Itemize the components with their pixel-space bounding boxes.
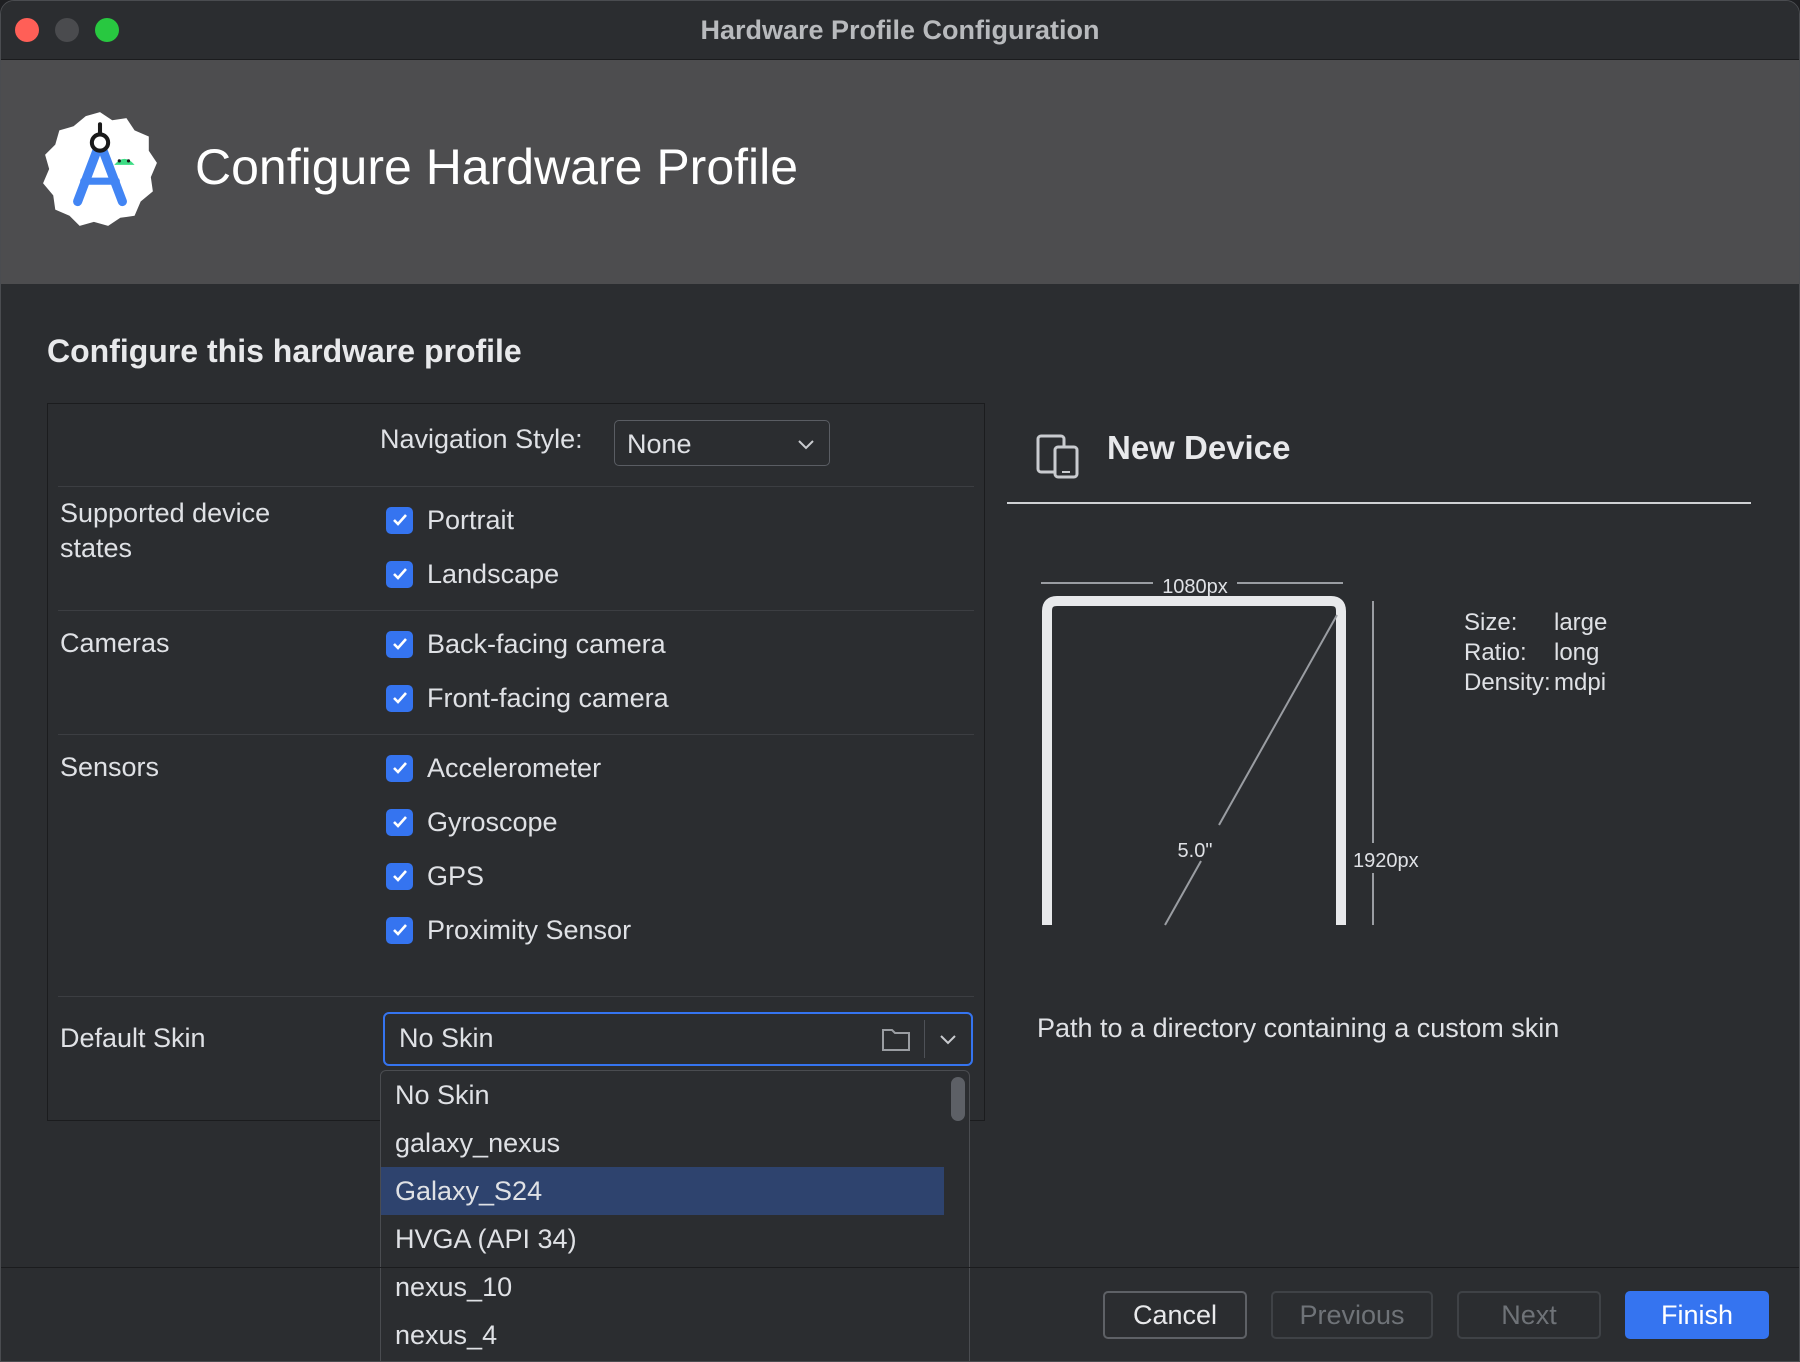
section-title: Configure this hardware profile xyxy=(47,333,522,369)
skin-option-galaxy-nexus[interactable]: galaxy_nexus xyxy=(381,1119,944,1167)
footer-divider xyxy=(1,1267,1799,1268)
navigation-style-select[interactable]: None xyxy=(614,420,830,466)
device-preview-diagram: 1080px 5.0" 1920px xyxy=(1041,576,1419,926)
height-label: 1920px xyxy=(1353,850,1419,872)
checkbox-checked-icon xyxy=(386,506,413,534)
combo-separator xyxy=(924,1020,925,1058)
default-skin-label: Default Skin xyxy=(60,1023,206,1053)
divider xyxy=(58,996,974,997)
chevron-down-icon xyxy=(798,440,814,450)
skin-help-text: Path to a directory containing a custom … xyxy=(1037,1013,1560,1043)
landscape-label: Landscape xyxy=(427,558,560,589)
dropdown-scrollbar[interactable] xyxy=(951,1077,965,1121)
checkbox-checked-icon xyxy=(386,630,413,658)
spec-density-value: mdpi xyxy=(1554,669,1607,696)
proximity-checkbox[interactable]: Proximity Sensor xyxy=(386,912,631,948)
accelerometer-label: Accelerometer xyxy=(427,752,602,783)
accelerometer-checkbox[interactable]: Accelerometer xyxy=(386,750,601,786)
landscape-checkbox[interactable]: Landscape xyxy=(386,556,559,592)
spec-ratio: Ratio: long xyxy=(1464,639,1599,667)
cameras-label: Cameras xyxy=(60,628,170,658)
navigation-style-label: Navigation Style: xyxy=(380,424,583,454)
checkbox-checked-icon xyxy=(386,916,413,944)
previous-button[interactable]: Previous xyxy=(1271,1291,1433,1339)
width-label: 1080px xyxy=(1162,576,1228,598)
next-button[interactable]: Next xyxy=(1457,1291,1601,1339)
navigation-style-value: None xyxy=(627,429,692,459)
front-camera-checkbox[interactable]: Front-facing camera xyxy=(386,680,669,716)
gps-checkbox[interactable]: GPS xyxy=(386,858,484,894)
window-title: Hardware Profile Configuration xyxy=(700,15,1100,45)
sensors-label: Sensors xyxy=(60,752,160,782)
back-camera-label: Back-facing camera xyxy=(427,628,666,659)
default-skin-combo[interactable]: No Skin xyxy=(383,1012,973,1066)
skin-dropdown-list: No Skin galaxy_nexus Galaxy_S24 HVGA (AP… xyxy=(380,1070,970,1361)
checkbox-checked-icon xyxy=(386,808,413,836)
divider xyxy=(58,486,974,487)
divider xyxy=(58,610,974,611)
portrait-label: Portrait xyxy=(427,504,515,535)
chevron-down-icon[interactable] xyxy=(937,1028,959,1050)
device-icon xyxy=(1036,434,1079,479)
divider xyxy=(58,734,974,735)
skin-option-no-skin[interactable]: No Skin xyxy=(381,1071,944,1119)
android-studio-icon xyxy=(43,112,157,226)
checkbox-checked-icon xyxy=(386,684,413,712)
hardware-form: Navigation Style: None Supported device … xyxy=(47,403,985,1121)
portrait-checkbox[interactable]: Portrait xyxy=(386,502,514,538)
cancel-button[interactable]: Cancel xyxy=(1103,1291,1247,1339)
title-bar: Hardware Profile Configuration xyxy=(1,1,1799,60)
back-camera-checkbox[interactable]: Back-facing camera xyxy=(386,626,666,662)
front-camera-label: Front-facing camera xyxy=(427,682,669,713)
dialog-window: Hardware Profile Configuration Configure… xyxy=(0,0,1800,1362)
preview-title: New Device xyxy=(1107,429,1291,466)
gps-label: GPS xyxy=(427,860,485,891)
spec-size-value: large xyxy=(1554,609,1608,636)
proximity-label: Proximity Sensor xyxy=(427,914,632,945)
header-banner: Configure Hardware Profile xyxy=(1,60,1799,284)
gyroscope-checkbox[interactable]: Gyroscope xyxy=(386,804,558,840)
skin-option-nexus-4[interactable]: nexus_4 xyxy=(381,1311,944,1359)
skin-option-hvga[interactable]: HVGA (API 34) xyxy=(381,1215,944,1263)
spec-density-key: Density: xyxy=(1464,669,1551,696)
default-skin-value: No Skin xyxy=(399,1023,494,1053)
checkbox-checked-icon xyxy=(386,754,413,782)
device-states-label: Supported device states xyxy=(60,498,271,563)
diagonal-label: 5.0" xyxy=(1178,840,1213,862)
preview-divider xyxy=(1007,502,1751,504)
checkbox-checked-icon xyxy=(386,560,413,588)
skin-option-galaxy-s24[interactable]: Galaxy_S24 xyxy=(381,1167,944,1215)
finish-button[interactable]: Finish xyxy=(1625,1291,1769,1339)
checkbox-checked-icon xyxy=(386,862,413,890)
spec-size: Size: large xyxy=(1464,609,1607,637)
spec-ratio-value: long xyxy=(1554,639,1600,666)
skin-option-nexus-10[interactable]: nexus_10 xyxy=(381,1263,944,1311)
spec-ratio-key: Ratio: xyxy=(1464,639,1527,666)
folder-icon[interactable] xyxy=(881,1026,911,1052)
gyroscope-label: Gyroscope xyxy=(427,806,558,837)
spec-size-key: Size: xyxy=(1464,609,1518,636)
spec-density: Density: mdpi xyxy=(1464,669,1606,697)
banner-title: Configure Hardware Profile xyxy=(195,139,799,195)
